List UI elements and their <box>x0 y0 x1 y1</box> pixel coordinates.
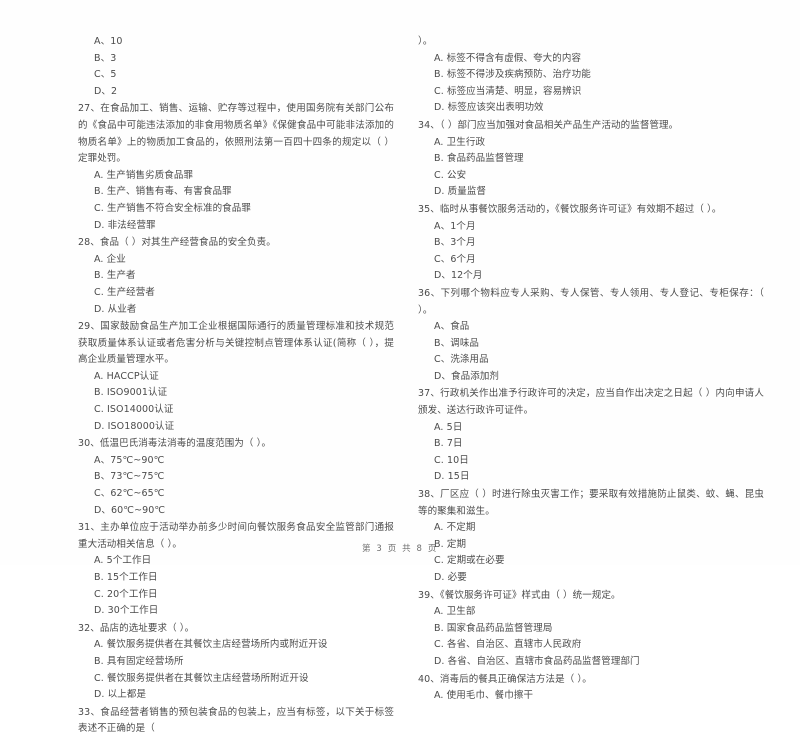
page-footer: 第 3 页 共 8 页 <box>0 542 800 554</box>
left-column: A、10 B、3 C、5 D、2 27、在食品加工、销售、运输、贮存等过程中，使… <box>0 34 400 734</box>
question-stem: 34、（ ）部门应当加强对食品相关产品生产活动的监督管理。 <box>418 119 679 131</box>
option-item: C. 20个工作日 <box>94 588 158 600</box>
question-40: 40、消毒后的餐具正确保洁方法是（ ）。 A. 使用毛巾、餐巾擦干 <box>418 672 764 705</box>
option-item: C. 定期或在必要 <box>434 555 505 567</box>
option-item: A. 生产销售劣质食品罪 <box>94 169 194 181</box>
option-item: A. 使用毛巾、餐巾擦干 <box>434 690 534 702</box>
option-item: B. 具有固定经营场所 <box>94 655 184 667</box>
question-33: 33、食品经营者销售的预包装食品的包装上，应当有标签，以下关于标签表述不正确的是… <box>78 705 394 738</box>
question-stem: 39、《餐饮服务许可证》样式由（ ）统一规定。 <box>418 589 621 601</box>
option-item: C、6个月 <box>434 253 476 265</box>
question-stem: 40、消毒后的餐具正确保洁方法是（ ）。 <box>418 673 592 685</box>
option-item: D、60℃~90℃ <box>94 504 166 516</box>
question-27: 27、在食品加工、销售、运输、贮存等过程中，使用国务院有关部门公布的《食品中可能… <box>78 101 394 234</box>
option-item: D. 必要 <box>434 572 467 583</box>
question-39: 39、《餐饮服务许可证》样式由（ ）统一规定。 A. 卫生部 B. 国家食品药品… <box>418 588 764 671</box>
option-item: D、12个月 <box>434 270 483 282</box>
question-stem: 36、下列哪个物料应专人采购、专人保管、专人领用、专人登记、专柜保存：（ ）。 <box>418 287 764 316</box>
option-item: C. 餐饮服务提供者在其餐饮主店经营场所附近开设 <box>94 672 309 684</box>
option-item: B. 食品药品监督管理 <box>434 153 524 165</box>
option-item: C、5 <box>94 69 117 81</box>
question-32: 32、品店的选址要求（ ）。 A. 餐饮服务提供者在其餐饮主店经营场所内或附近开… <box>78 621 394 704</box>
option-item: C. ISO14000认证 <box>94 404 174 416</box>
two-column-body: A、10 B、3 C、5 D、2 27、在食品加工、销售、运输、贮存等过程中，使… <box>0 34 800 734</box>
option-item: A. 餐饮服务提供者在其餐饮主店经营场所内或附近开设 <box>94 639 328 651</box>
option-item: A. 5个工作日 <box>94 555 152 567</box>
option-item: A、10 <box>94 36 123 47</box>
right-column: ）。 A. 标签不得含有虚假、夸大的内容 B. 标签不得涉及疾病预防、治疗功能 … <box>400 34 800 701</box>
option-item: A. 不定期 <box>434 522 476 534</box>
option-item: D. 质量监督 <box>434 186 487 198</box>
question-34: 34、（ ）部门应当加强对食品相关产品生产活动的监督管理。 A. 卫生行政 B.… <box>418 118 764 201</box>
option-item: B、调味品 <box>434 337 480 349</box>
option-item: A. HACCP认证 <box>94 370 159 382</box>
option-item: B. 生产者 <box>94 270 136 282</box>
option-item: B、3 <box>94 52 117 64</box>
option-item: A. 5日 <box>434 421 463 433</box>
option-item: A、75℃~90℃ <box>94 454 165 466</box>
option-item: B. ISO9001认证 <box>94 387 168 399</box>
option-item: B. 国家食品药品监督管理局 <box>434 622 553 634</box>
option-item: D. 标签应该突出表明功效 <box>434 102 544 114</box>
option-item: A. 卫生行政 <box>434 136 486 148</box>
option-item: A、食品 <box>434 321 470 333</box>
option-item: C. 各省、自治区、直辖市人民政府 <box>434 639 582 651</box>
question-stem: 32、品店的选址要求（ ）。 <box>78 622 195 634</box>
option-item: A. 卫生部 <box>434 606 476 618</box>
option-item: A、1个月 <box>434 220 476 232</box>
option-item: B. 15个工作日 <box>94 572 158 583</box>
option-item: D. 以上都是 <box>94 689 147 701</box>
question-38: 38、厂区应（ ）时进行除虫灭害工作；要采取有效措施防止鼠类、蚊、蝇、昆虫等的聚… <box>418 487 764 587</box>
carryover-options-left: A、10 B、3 C、5 D、2 <box>78 34 394 100</box>
option-item: A. 标签不得含有虚假、夸大的内容 <box>434 52 582 64</box>
option-item: D. 15日 <box>434 471 470 483</box>
option-item: D、食品添加剂 <box>434 370 500 382</box>
question-stem-continuation: ）。 <box>418 36 433 47</box>
option-item: B、73℃~75℃ <box>94 471 165 483</box>
question-29: 29、国家鼓励食品生产加工企业根据国际通行的质量管理标准和技术规范获取质量体系认… <box>78 319 394 435</box>
option-item: B、3个月 <box>434 237 476 249</box>
question-stem: 38、厂区应（ ）时进行除虫灭害工作；要采取有效措施防止鼠类、蚊、蝇、昆虫等的聚… <box>418 489 764 517</box>
footer-page-label: 第 3 页 共 8 页 <box>362 544 438 554</box>
option-item: B. 生产、销售有毒、有害食品罪 <box>94 186 232 198</box>
option-item: C. 生产销售不符合安全标准的食品罪 <box>94 202 251 214</box>
option-item: C. 生产经营者 <box>94 286 155 298</box>
question-37: 37、行政机关作出准予行政许可的决定，应当自作出决定之日起（ ）内向申请人颁发、… <box>418 386 764 486</box>
exam-page: A、10 B、3 C、5 D、2 27、在食品加工、销售、运输、贮存等过程中，使… <box>0 0 800 734</box>
question-stem: 37、行政机关作出准予行政许可的决定，应当自作出决定之日起（ ）内向申请人颁发、… <box>418 388 764 417</box>
option-item: A. 企业 <box>94 253 126 265</box>
question-33-continuation: ）。 A. 标签不得含有虚假、夸大的内容 B. 标签不得涉及疾病预防、治疗功能 … <box>418 34 764 117</box>
option-item: C. 公安 <box>434 169 467 181</box>
question-30: 30、低温巴氏消毒法消毒的温度范围为（ ）。 A、75℃~90℃ B、73℃~7… <box>78 436 394 519</box>
question-35: 35、临时从事餐饮服务活动的，《餐饮服务许可证》有效期不超过（ ）。 A、1个月… <box>418 202 764 285</box>
option-item: D. 30个工作日 <box>94 605 159 617</box>
option-item: C. 10日 <box>434 454 469 466</box>
option-item: C、62℃~65℃ <box>94 488 165 500</box>
question-stem: 33、食品经营者销售的预包装食品的包装上，应当有标签，以下关于标签表述不正确的是… <box>78 706 394 735</box>
question-stem: 27、在食品加工、销售、运输、贮存等过程中，使用国务院有关部门公布的《食品中可能… <box>78 103 394 165</box>
option-item: D. ISO18000认证 <box>94 420 175 432</box>
question-stem: 29、国家鼓励食品生产加工企业根据国际通行的质量管理标准和技术规范获取质量体系认… <box>78 321 394 366</box>
option-item: C、洗涤用品 <box>434 354 489 366</box>
option-item: D. 非法经营罪 <box>94 219 156 231</box>
question-28: 28、食品（ ）对其生产经营食品的安全负责。 A. 企业 B. 生产者 C. 生… <box>78 235 394 318</box>
question-36: 36、下列哪个物料应专人采购、专人保管、专人领用、专人登记、专柜保存：（ ）。 … <box>418 286 764 386</box>
option-item: D. 各省、自治区、直辖市食品药品监督管理部门 <box>434 655 640 667</box>
option-item: B. 标签不得涉及疾病预防、治疗功能 <box>434 69 591 81</box>
option-item: D. 从业者 <box>94 303 137 315</box>
option-item: C. 标签应当清楚、明显，容易辨识 <box>434 85 582 97</box>
question-31: 31、主办单位应于活动举办前多少时间向餐饮服务食品安全监管部门通报重大活动相关信… <box>78 520 394 620</box>
question-stem: 35、临时从事餐饮服务活动的，《餐饮服务许可证》有效期不超过（ ）。 <box>418 203 722 215</box>
option-item: D、2 <box>94 85 118 97</box>
question-stem: 30、低温巴氏消毒法消毒的温度范围为（ ）。 <box>78 438 272 450</box>
question-stem: 28、食品（ ）对其生产经营食品的安全负责。 <box>78 237 276 249</box>
option-item: B. 7日 <box>434 438 463 450</box>
